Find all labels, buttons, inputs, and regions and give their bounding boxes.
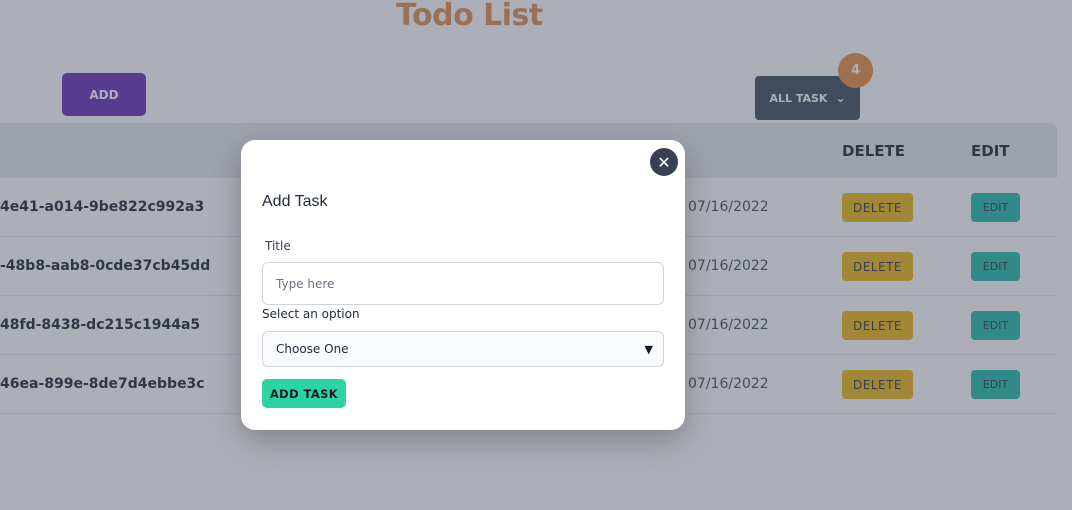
select-label: Select an option <box>262 307 360 321</box>
close-icon[interactable]: ✕ <box>650 148 678 176</box>
modal-title: Add Task <box>262 193 328 210</box>
add-task-modal: ✕ Add Task Title Select an option Choose… <box>241 140 685 430</box>
title-input[interactable] <box>262 262 664 305</box>
select-value: Choose One <box>276 342 349 356</box>
add-task-button[interactable]: ADD TASK <box>262 379 346 408</box>
title-label: Title <box>265 239 291 253</box>
category-select[interactable]: Choose One ▼ <box>262 331 664 367</box>
chevron-down-icon: ▼ <box>644 342 653 356</box>
